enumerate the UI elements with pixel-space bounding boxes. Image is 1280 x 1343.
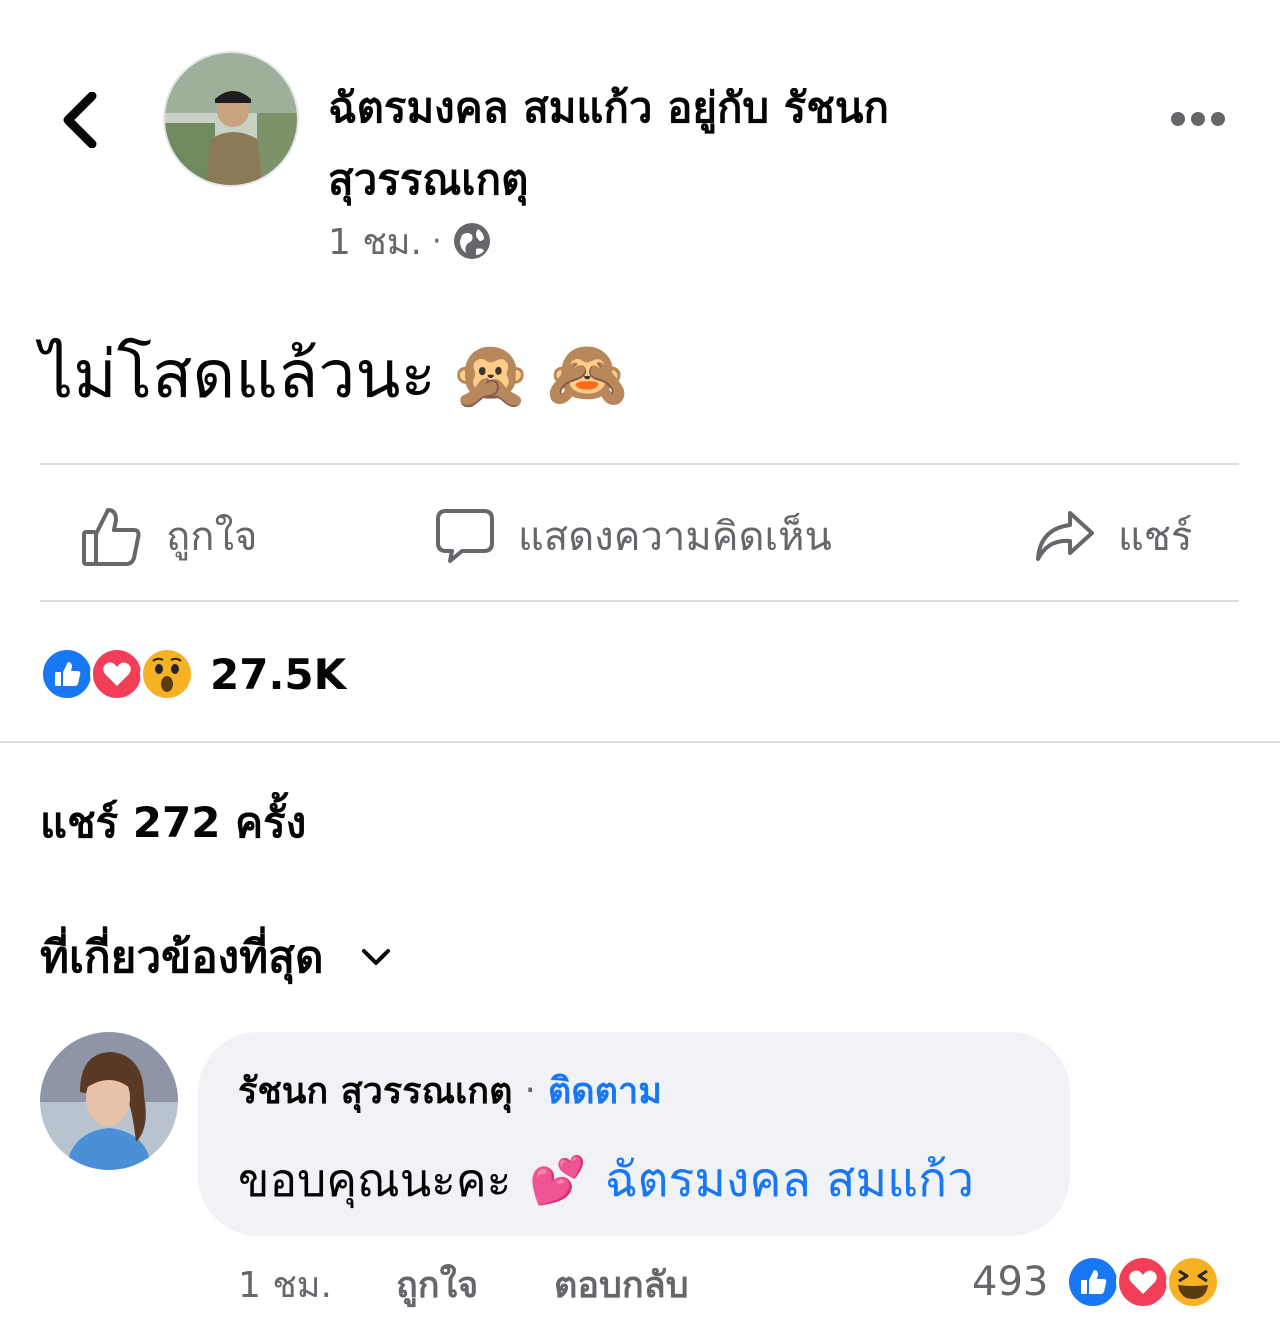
author-name-line1[interactable]: ฉัตรมงคล สมแก้ว อยู่กับ รัชนก (328, 72, 1028, 144)
comment-header: รัชนก สุวรรณเกตุ · ติดตาม (238, 1062, 662, 1119)
commenter-name[interactable]: รัชนก สุวรรณเกตุ (238, 1062, 512, 1119)
chevron-down-icon (361, 949, 390, 965)
commenter-avatar[interactable] (40, 1032, 178, 1170)
speak-no-evil-monkey-emoji: 🙊 (449, 336, 533, 413)
post-meta: 1 ชม. · (328, 216, 492, 266)
author-name-line2[interactable]: สุวรรณเกตุ (328, 144, 1028, 216)
share-count[interactable]: แชร์ 272 ครั้ง (40, 790, 306, 856)
chevron-left-icon[interactable] (58, 92, 102, 148)
love-reaction-icon (90, 647, 144, 701)
comment-time[interactable]: 1 ชม. (238, 1256, 332, 1312)
comment-text-content: ขอบคุณนะคะ (238, 1152, 512, 1207)
post-time[interactable]: 1 ชม. (328, 213, 422, 270)
comment-label: แสดงความคิดเห็น (518, 514, 832, 560)
like-reaction-icon (1066, 1255, 1121, 1309)
comment-mention[interactable]: ฉัตรมงคล สมแก้ว (605, 1142, 974, 1218)
comment-sort-label: ที่เกี่ยวข้องที่สุด (40, 932, 324, 983)
author-name[interactable]: ฉัตรมงคล สมแก้ว อยู่กับ รัชนก สุวรรณเกตุ (328, 72, 1028, 216)
post-text: ไม่โสดแล้วนะ 🙊 🙈 (40, 320, 628, 430)
divider-bottom (40, 600, 1239, 602)
reactions-summary[interactable]: 27.5K (40, 646, 346, 702)
globe-icon (453, 223, 490, 259)
share-arrow-icon (1036, 511, 1094, 561)
thumbs-up-icon (82, 508, 141, 566)
share-button[interactable]: แชร์ (1034, 496, 1192, 576)
comment-reaction-count: 493 (972, 1259, 1049, 1305)
comment-reactions[interactable]: 493 (972, 1252, 1221, 1312)
like-reaction-icon (40, 647, 94, 701)
meta-dot: · (431, 223, 442, 259)
comment-reply-button[interactable]: ตอบกลับ (554, 1256, 689, 1312)
post-text-content: ไม่โสดแล้วนะ (40, 336, 436, 413)
like-label: ถูกใจ (166, 514, 258, 560)
follow-button[interactable]: ติดตาม (548, 1062, 662, 1119)
author-avatar[interactable] (163, 51, 299, 187)
haha-reaction-icon (1166, 1255, 1221, 1309)
comment-icon (436, 509, 494, 563)
see-no-evil-monkey-emoji: 🙈 (546, 336, 629, 413)
share-label: แชร์ (1118, 514, 1193, 560)
comment-sort-dropdown[interactable]: ที่เกี่ยวข้องที่สุด (40, 922, 392, 992)
two-hearts-emoji: 💕 (529, 1152, 587, 1207)
comment-button[interactable]: แสดงความคิดเห็น (434, 496, 832, 576)
comment-like-button[interactable]: ถูกใจ (396, 1256, 478, 1312)
section-divider (0, 741, 1280, 743)
divider-top (40, 463, 1239, 465)
love-reaction-icon (1116, 1255, 1171, 1309)
wow-reaction-icon (140, 647, 194, 701)
reaction-count: 27.5K (210, 649, 347, 699)
like-button[interactable]: ถูกใจ (80, 496, 257, 576)
more-horizontal-icon[interactable] (1168, 108, 1228, 130)
comment-header-dot: · (524, 1070, 536, 1111)
comment-text: ขอบคุณนะคะ 💕 ฉัตรมงคล สมแก้ว (238, 1142, 974, 1218)
